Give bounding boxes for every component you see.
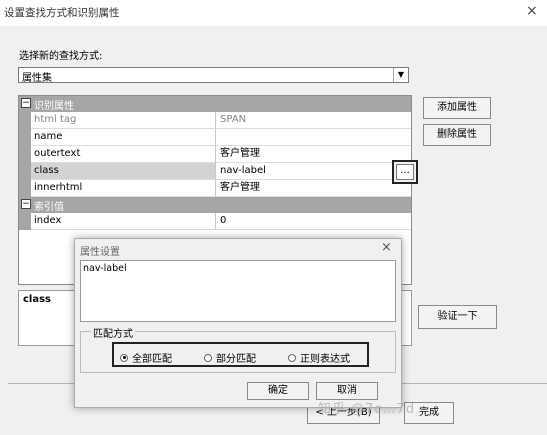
radio-unchecked-icon xyxy=(204,353,212,362)
find-method-select[interactable]: 属性集 ▼ xyxy=(18,67,409,84)
remove-property-button[interactable]: 删除属性 xyxy=(423,124,491,146)
property-name: innerhtml xyxy=(31,180,216,197)
category-label: 索引值 xyxy=(34,202,64,213)
category-label: 识别属性 xyxy=(34,101,74,112)
match-options-highlight: 全部匹配 部分匹配 正则表达式 xyxy=(112,342,369,367)
value-textarea[interactable]: nav-label xyxy=(80,260,396,322)
category-index[interactable]: − 索引值 xyxy=(19,197,411,213)
ellipsis-button[interactable]: ... xyxy=(396,164,414,180)
ok-button[interactable]: 确定 xyxy=(247,382,309,400)
radio-unchecked-icon xyxy=(288,353,296,362)
property-row-class[interactable]: class nav-label xyxy=(19,163,411,180)
radio-checked-icon xyxy=(120,353,128,362)
property-row-name[interactable]: name xyxy=(19,129,411,146)
property-row-html-tag[interactable]: html tag SPAN xyxy=(19,112,411,129)
category-identify-properties[interactable]: − 识别属性 xyxy=(19,96,411,112)
dialog-title: 属性设置 xyxy=(80,247,120,258)
description-title: class xyxy=(23,294,52,305)
property-name: html tag xyxy=(31,112,216,129)
collapse-icon[interactable]: − xyxy=(21,199,31,209)
property-value[interactable]: SPAN xyxy=(216,112,411,129)
chevron-down-icon[interactable]: ▼ xyxy=(393,68,408,82)
property-row-innerhtml[interactable]: innerhtml 客户管理 xyxy=(19,180,411,197)
close-icon[interactable]: × xyxy=(526,3,538,19)
property-name: outertext xyxy=(31,146,216,163)
radio-regex-match[interactable]: 正则表达式 xyxy=(288,350,350,365)
property-name: index xyxy=(31,213,216,230)
find-method-label: 选择新的查找方式: xyxy=(19,51,103,62)
watermark: 知乎 @7c…7d xyxy=(318,402,416,417)
value-text: nav-label xyxy=(83,263,127,274)
property-value[interactable] xyxy=(216,129,411,146)
title-bar: 设置查找方式和识别属性 × xyxy=(0,0,547,26)
close-icon[interactable]: × xyxy=(381,240,392,255)
match-mode-group: 匹配方式 全部匹配 部分匹配 正则表达式 xyxy=(80,325,396,373)
property-value[interactable]: 0 xyxy=(216,213,411,230)
property-row-index[interactable]: index 0 xyxy=(19,213,411,230)
window-title: 设置查找方式和识别属性 xyxy=(4,7,120,19)
add-property-button[interactable]: 添加属性 xyxy=(423,97,491,119)
verify-button[interactable]: 验证一下 xyxy=(418,305,497,329)
property-settings-dialog: 属性设置 × nav-label 匹配方式 全部匹配 部分匹配 正则表达式 确定… xyxy=(74,238,402,408)
radio-partial-match[interactable]: 部分匹配 xyxy=(204,350,256,365)
property-value[interactable]: 客户管理 xyxy=(216,146,411,163)
ellipsis-highlight: ... xyxy=(392,160,418,184)
property-name: name xyxy=(31,129,216,146)
property-name: class xyxy=(31,163,216,180)
property-value[interactable]: nav-label xyxy=(216,163,411,180)
property-value[interactable]: 客户管理 xyxy=(216,180,411,197)
property-row-outertext[interactable]: outertext 客户管理 xyxy=(19,146,411,163)
radio-exact-match[interactable]: 全部匹配 xyxy=(120,350,172,365)
match-mode-label: 匹配方式 xyxy=(91,325,135,340)
find-method-value: 属性集 xyxy=(22,73,52,84)
collapse-icon[interactable]: − xyxy=(21,98,31,108)
